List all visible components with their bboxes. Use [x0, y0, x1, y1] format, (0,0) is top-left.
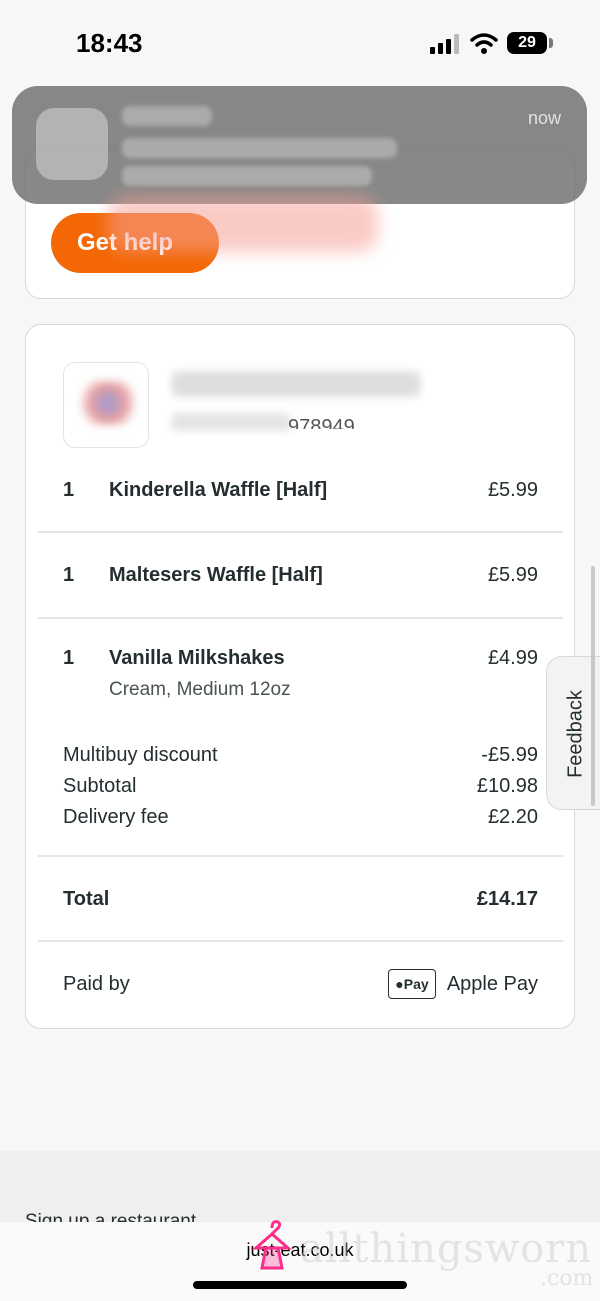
- divider: [38, 617, 563, 619]
- item-price: £5.99: [487, 564, 538, 586]
- redacted-blur: [108, 196, 378, 252]
- battery-icon: 29: [507, 32, 547, 54]
- total-value: £14.17: [476, 888, 538, 910]
- apple-icon: ●: [395, 976, 404, 992]
- item-quantity: 1: [63, 479, 75, 501]
- item-price: £5.99: [487, 479, 538, 501]
- item-price: £4.99: [487, 647, 538, 669]
- restaurant-name-redacted: [171, 371, 421, 397]
- order-card: 978949 1 Kinderella Waffle [Half] £5.99 …: [25, 324, 575, 1029]
- notification-app-icon: [36, 108, 108, 180]
- home-indicator[interactable]: [193, 1281, 407, 1289]
- status-bar: 18:43 29: [0, 0, 600, 90]
- item-options: Cream, Medium 12oz: [109, 679, 291, 700]
- order-number-fragment: 978949: [288, 416, 355, 429]
- restaurant-logo-image: [74, 381, 136, 425]
- payment-method: Apple Pay: [446, 973, 538, 995]
- divider: [38, 531, 563, 533]
- notification-time: now: [527, 108, 561, 128]
- order-number-redacted: [171, 413, 291, 431]
- item-name: Kinderella Waffle [Half]: [109, 479, 328, 501]
- notification-banner[interactable]: now: [12, 86, 587, 204]
- restaurant-logo: [63, 362, 149, 448]
- feedback-label: Feedback: [564, 690, 587, 778]
- item-name: Vanilla Milkshakes: [109, 647, 285, 669]
- clock: 18:43: [76, 28, 143, 58]
- wifi-icon: [470, 33, 498, 54]
- apple-pay-badge-text: Pay: [403, 976, 429, 992]
- watermark-suffix: .com: [540, 1266, 594, 1291]
- hanger-watermark-icon: [252, 1220, 292, 1270]
- item-name: Maltesers Waffle [Half]: [109, 564, 323, 586]
- delivery-fee-value: £2.20: [487, 806, 538, 828]
- multibuy-label: Multibuy discount: [63, 744, 218, 766]
- scrollbar[interactable]: [591, 566, 595, 806]
- cellular-signal-icon: [430, 34, 459, 54]
- battery-tip: [549, 38, 553, 48]
- notification-line-blur: [122, 138, 397, 158]
- item-quantity: 1: [63, 564, 75, 586]
- divider: [38, 855, 563, 857]
- paid-by-label: Paid by: [63, 973, 130, 995]
- divider: [38, 940, 563, 942]
- notification-title-blur: [122, 106, 212, 126]
- multibuy-value: -£5.99: [481, 744, 538, 766]
- delivery-fee-label: Delivery fee: [63, 806, 169, 828]
- subtotal-value: £10.98: [476, 775, 538, 797]
- notification-line2-blur: [122, 166, 372, 186]
- total-label: Total: [63, 888, 110, 910]
- item-quantity: 1: [63, 647, 75, 669]
- apple-pay-icon: ● Pay: [388, 969, 436, 999]
- subtotal-label: Subtotal: [63, 775, 137, 797]
